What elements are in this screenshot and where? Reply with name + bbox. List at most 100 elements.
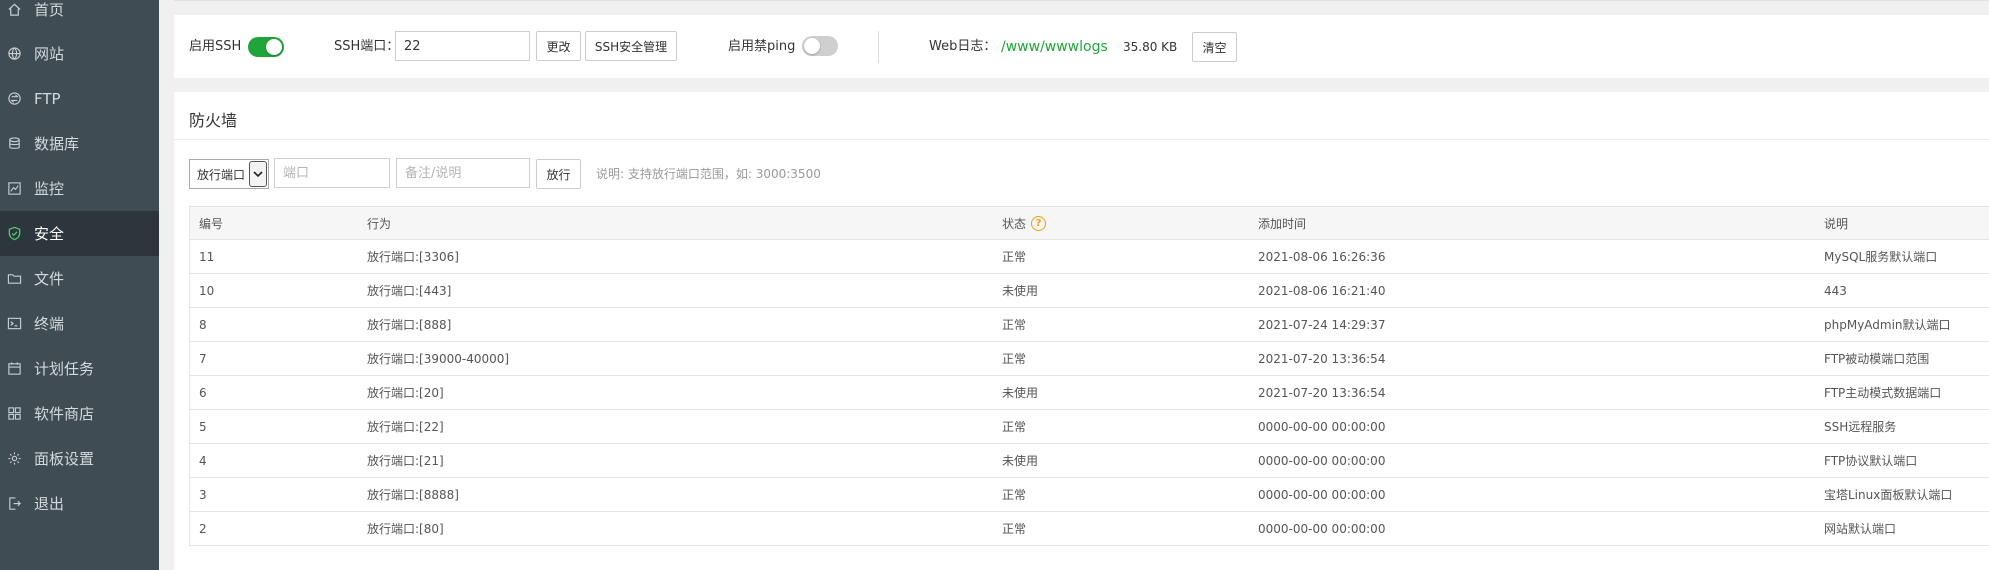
row-desc[interactable]: FTP主动模式数据端口 — [1824, 376, 1941, 409]
toggle-knob — [266, 39, 282, 55]
chevron-down-icon — [249, 161, 267, 187]
sidebar-item-ftp[interactable]: FTP — [0, 76, 159, 121]
row-id: 10 — [199, 283, 215, 298]
row-status: 正常 — [1002, 318, 1027, 332]
ping-toggle[interactable] — [802, 36, 838, 56]
sidebar-item-logout[interactable]: 退出 — [0, 481, 159, 526]
table-row: 10 放行端口:[443] 未使用 2021-08-06 16:21:40 44… — [190, 274, 1989, 308]
row-status: 未使用 — [1002, 454, 1039, 468]
row-status: 正常 — [1002, 488, 1027, 502]
column-header-status: 状态? — [1002, 207, 1047, 239]
action-select-value: 放行端口 — [197, 167, 246, 182]
column-header-desc: 说明 — [1824, 216, 1849, 231]
ssh-port-label: SSH端口： — [334, 39, 400, 54]
help-icon[interactable]: ? — [1031, 215, 1047, 231]
weblog-path-link[interactable]: /www/wwwlogs — [1001, 37, 1108, 57]
row-action: 放行端口:[20] — [367, 386, 444, 400]
sidebar-item-files[interactable]: 文件 — [0, 256, 159, 301]
weblog-size: 35.80 KB — [1123, 40, 1178, 54]
folder-icon — [6, 271, 22, 287]
action-select[interactable]: 放行端口 — [189, 159, 269, 189]
row-id: 5 — [199, 419, 207, 434]
row-action: 放行端口:[443] — [367, 284, 452, 298]
clear-log-button[interactable]: 清空 — [1192, 32, 1237, 62]
sidebar-item-settings[interactable]: 面板设置 — [0, 436, 159, 481]
sidebar-item-label: 安全 — [34, 225, 65, 243]
note-input[interactable] — [396, 158, 530, 188]
ssh-security-button[interactable]: SSH安全管理 — [585, 31, 677, 61]
row-id: 4 — [199, 453, 207, 468]
firewall-table: 编号 行为 状态? 添加时间 说明 11 放行端口:[3306] 正常 2021… — [189, 206, 1989, 546]
sidebar-item-label: 软件商店 — [34, 405, 95, 423]
table-row: 6 放行端口:[20] 未使用 2021-07-20 13:36:54 FTP主… — [190, 376, 1989, 410]
sidebar-item-website[interactable]: 网站 — [0, 31, 159, 76]
row-action: 放行端口:[888] — [367, 318, 452, 332]
sidebar-item-cron[interactable]: 计划任务 — [0, 346, 159, 391]
row-desc[interactable]: 网站默认端口 — [1824, 512, 1896, 545]
sidebar-item-monitor[interactable]: 监控 — [0, 166, 159, 211]
apps-icon — [6, 406, 22, 422]
gear-icon — [6, 451, 22, 467]
row-action: 放行端口:[39000-40000] — [367, 352, 510, 366]
table-row: 3 放行端口:[8888] 正常 0000-00-00 00:00:00 宝塔L… — [190, 478, 1989, 512]
row-desc[interactable]: 443 — [1824, 274, 1847, 307]
row-desc[interactable]: FTP被动模端口范围 — [1824, 342, 1929, 375]
table-row: 7 放行端口:[39000-40000] 正常 2021-07-20 13:36… — [190, 342, 1989, 376]
sidebar-item-label: 首页 — [34, 1, 65, 19]
globe-icon — [6, 46, 22, 62]
table-row: 5 放行端口:[22] 正常 0000-00-00 00:00:00 SSH远程… — [190, 410, 1989, 444]
column-header-time: 添加时间 — [1258, 216, 1307, 231]
terminal-icon — [6, 316, 22, 332]
table-header: 编号 行为 状态? 添加时间 说明 — [190, 207, 1989, 240]
ftp-icon — [6, 91, 22, 107]
column-header-action: 行为 — [367, 216, 392, 231]
row-time: 2021-08-06 16:26:36 — [1258, 249, 1386, 264]
change-port-button[interactable]: 更改 — [536, 31, 581, 61]
row-time: 2021-08-06 16:21:40 — [1258, 283, 1386, 298]
row-status: 未使用 — [1002, 284, 1039, 298]
row-desc[interactable]: FTP协议默认端口 — [1824, 444, 1917, 477]
row-desc[interactable]: SSH远程服务 — [1824, 410, 1896, 443]
row-status: 正常 — [1002, 420, 1027, 434]
ssh-port-input[interactable] — [395, 31, 530, 61]
sidebar-item-terminal[interactable]: 终端 — [0, 301, 159, 346]
port-input[interactable] — [274, 158, 390, 188]
title-divider — [174, 139, 1989, 140]
allow-port-button[interactable]: 放行 — [536, 159, 581, 189]
row-desc[interactable]: phpMyAdmin默认端口 — [1824, 308, 1951, 341]
row-time: 2021-07-20 13:36:54 — [1258, 351, 1386, 366]
table-row: 8 放行端口:[888] 正常 2021-07-24 14:29:37 phpM… — [190, 308, 1989, 342]
sidebar-item-label: 网站 — [34, 45, 65, 63]
toggle-knob — [804, 38, 820, 54]
row-time: 0000-00-00 00:00:00 — [1258, 453, 1386, 468]
sidebar-item-database[interactable]: 数据库 — [0, 121, 159, 166]
column-header-status-label: 状态 — [1002, 216, 1027, 231]
ssh-toggle[interactable] — [248, 37, 284, 57]
database-icon — [6, 136, 22, 152]
row-status: 正常 — [1002, 522, 1027, 536]
row-action: 放行端口:[8888] — [367, 488, 459, 502]
row-time: 0000-00-00 00:00:00 — [1258, 419, 1386, 434]
sidebar-item-label: 终端 — [34, 315, 65, 333]
sidebar-item-home[interactable]: 首页 — [0, 0, 159, 32]
row-action: 放行端口:[80] — [367, 522, 444, 536]
table-row: 11 放行端口:[3306] 正常 2021-08-06 16:26:36 My… — [190, 240, 1989, 274]
sidebar-item-store[interactable]: 软件商店 — [0, 391, 159, 436]
row-desc[interactable]: MySQL服务默认端口 — [1824, 240, 1937, 273]
logout-icon — [6, 496, 22, 512]
table-row: 4 放行端口:[21] 未使用 0000-00-00 00:00:00 FTP协… — [190, 444, 1989, 478]
row-time: 0000-00-00 00:00:00 — [1258, 521, 1386, 536]
sidebar-item-security[interactable]: 安全 — [0, 211, 159, 256]
row-id: 3 — [199, 487, 207, 502]
column-header-id: 编号 — [199, 216, 224, 231]
sidebar-item-label: 数据库 — [34, 135, 80, 153]
row-action: 放行端口:[3306] — [367, 250, 459, 264]
divider — [878, 31, 879, 63]
row-id: 6 — [199, 385, 207, 400]
row-status: 未使用 — [1002, 386, 1039, 400]
sidebar-item-label: 计划任务 — [34, 360, 95, 378]
sidebar-item-label: 文件 — [34, 270, 65, 288]
row-desc[interactable]: 宝塔Linux面板默认端口 — [1824, 478, 1952, 511]
row-time: 2021-07-20 13:36:54 — [1258, 385, 1386, 400]
row-id: 7 — [199, 351, 207, 366]
